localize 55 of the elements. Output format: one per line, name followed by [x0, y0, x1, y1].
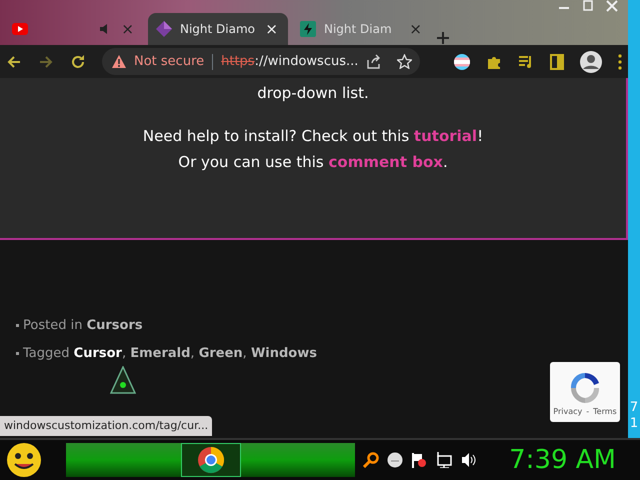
share-icon[interactable] [366, 54, 382, 69]
tag-link[interactable]: Emerald [130, 346, 190, 360]
face-icon[interactable] [387, 452, 404, 468]
taskbar-app-button[interactable] [180, 443, 241, 477]
reload-icon[interactable] [70, 54, 86, 70]
browser-tab[interactable]: Night Diamo × [148, 13, 288, 45]
text-link[interactable]: comment box [328, 153, 443, 171]
tag-link[interactable]: Windows [250, 346, 317, 360]
video-play-icon [12, 21, 28, 37]
paragraph-text: Or you can use this comment box. [178, 152, 448, 173]
tab-title: Night Diamo [180, 21, 256, 38]
network-icon[interactable] [435, 452, 454, 468]
chrome-icon [196, 446, 225, 474]
text-link[interactable]: tutorial [414, 126, 478, 144]
smiley-icon[interactable] [6, 442, 42, 478]
clock-time: 7:39 AM [509, 444, 616, 476]
privacy-link[interactable]: Privacy [553, 406, 582, 418]
paragraph-text: drop-down list. [257, 83, 369, 104]
security-label: Not secure [134, 52, 204, 71]
paragraph-text: Need help to install? Check out this tutorial! [142, 126, 484, 146]
post-meta-text: Posted in Cursors [23, 317, 143, 335]
diamond-icon [156, 21, 172, 37]
bullet-icon [16, 352, 19, 355]
strip-text: 1 [630, 416, 638, 432]
speaker-icon[interactable] [461, 452, 478, 468]
close-button[interactable]: × [263, 22, 280, 36]
post-meta-text: Tagged Cursor, Emerald, Green, Windows [23, 344, 317, 362]
url-text: https://windowscus... [221, 52, 358, 71]
strip-text: 7 [630, 400, 638, 416]
star-icon[interactable] [397, 54, 412, 69]
bullet-icon [16, 324, 19, 328]
bolt-icon [300, 21, 316, 37]
new-tab-icon[interactable] [436, 31, 450, 45]
warning-icon [112, 55, 126, 68]
close-button[interactable]: × [407, 22, 424, 36]
browser-tab[interactable]: Night Diam × [292, 13, 432, 45]
flag-icon[interactable] [411, 452, 428, 468]
side-panel-icon[interactable] [550, 54, 564, 70]
separator-text: - [586, 406, 590, 418]
search-icon[interactable] [363, 452, 380, 468]
tag-link[interactable]: Green [198, 346, 243, 360]
tag-link[interactable]: Cursor [74, 346, 122, 360]
back-arrow-icon[interactable] [6, 54, 22, 70]
close-icon[interactable] [604, 0, 620, 12]
forward-arrow-icon[interactable] [38, 54, 54, 70]
playlist-icon[interactable] [518, 54, 534, 70]
cursor-icon [110, 366, 136, 394]
status-url: windowscustomization.com/tag/cur... [0, 416, 212, 436]
tab-title: Night Diam [324, 21, 393, 38]
terms-link[interactable]: Terms [593, 406, 617, 418]
tag-link[interactable]: Cursors [86, 318, 143, 333]
menu-icon[interactable] [618, 54, 622, 70]
striped-flag-icon[interactable] [454, 54, 470, 70]
address-bar[interactable]: Not secure https://windowscus... [102, 48, 420, 75]
avatar-icon[interactable] [580, 50, 602, 72]
